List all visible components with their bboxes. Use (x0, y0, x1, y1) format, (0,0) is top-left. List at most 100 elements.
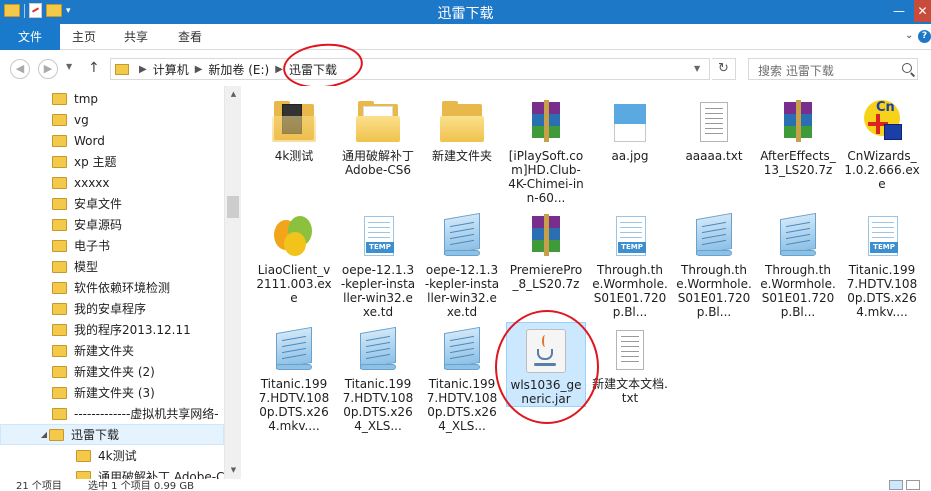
sidebar-item[interactable]: xxxxx (0, 172, 224, 193)
forward-button[interactable]: ▶ (38, 59, 58, 79)
file-label: 新建文本文档.txt (592, 377, 668, 405)
sidebar-item[interactable]: 安卓文件 (0, 193, 224, 214)
sidebar-item[interactable]: 我的程序2013.12.11 (0, 319, 224, 340)
file-label: PremierePro_8_LS20.7z (509, 263, 583, 291)
file-item[interactable]: 通用破解补丁 Adobe-CS6 (338, 94, 418, 177)
file-item[interactable]: PremierePro_8_LS20.7z (506, 208, 586, 291)
sidebar-item-label: 4k测试 (98, 449, 137, 463)
folder-icon (52, 176, 67, 189)
large-icons-view-icon[interactable] (906, 480, 920, 490)
folder-icon (52, 260, 67, 273)
up-arrow-icon[interactable]: ↑ (88, 60, 100, 76)
sidebar-item[interactable]: 电子书 (0, 235, 224, 256)
tab-view[interactable]: 查看 (166, 24, 214, 50)
breadcrumb-separator-icon[interactable]: ▶ (139, 64, 147, 75)
back-button[interactable]: ◀ (10, 59, 30, 79)
sidebar-item-label: 模型 (74, 260, 99, 274)
sidebar-item[interactable]: 模型 (0, 256, 224, 277)
sidebar-item[interactable]: ◢ 迅雷下载 (0, 424, 224, 445)
file-item[interactable]: TEMP Through.the.Wormhole.S01E01.720p.Bl.… (590, 208, 670, 319)
scroll-file-icon (438, 326, 486, 374)
file-item[interactable]: Titanic.1997.HDTV.1080p.DTS.x264_XLS... (422, 322, 502, 433)
chevron-down-icon[interactable]: ⌄ (905, 30, 913, 41)
close-button[interactable]: ✕ (914, 0, 931, 22)
sidebar-item[interactable]: 通用破解补丁 Adobe-CS6 (0, 466, 224, 479)
sidebar-item[interactable]: xp 主题 (0, 151, 224, 172)
sidebar-item[interactable]: 我的安卓程序 (0, 298, 224, 319)
sidebar-item-label: 新建文件夹 (2) (74, 365, 155, 379)
tab-home[interactable]: 主页 (60, 24, 108, 50)
folder-icon (52, 407, 67, 420)
sidebar-item[interactable]: tmp (0, 88, 224, 109)
file-view: 4k测试 通用破解补丁 Adobe-CS6 新建文件夹 [iPlaySoft.com]… (241, 86, 931, 479)
address-bar[interactable]: ▶ 计算机 ▶ 新加卷 (E:) ▶ 迅雷下载 (110, 58, 710, 80)
sidebar-item-label: 通用破解补丁 Adobe-CS6 (98, 470, 224, 479)
folder-icon (52, 281, 67, 294)
folder-icon (354, 98, 402, 146)
file-label: [iPlaySoft.com]HD.Club-4K-Chimei-inn-60.… (508, 149, 584, 205)
refresh-button[interactable]: ↻ (712, 58, 736, 80)
scrollbar-thumb[interactable] (227, 196, 239, 218)
sidebar-item[interactable]: 4k测试 (0, 445, 224, 466)
folder-icon (115, 63, 129, 75)
sidebar-item[interactable]: -------------虚拟机共享网络- (0, 403, 224, 424)
file-item[interactable]: [iPlaySoft.com]HD.Club-4K-Chimei-inn-60.… (506, 94, 586, 205)
sidebar-item[interactable]: 安卓源码 (0, 214, 224, 235)
folder-icon (52, 323, 67, 336)
sidebar-scrollbar[interactable]: ▲ ▼ (224, 86, 241, 479)
scroll-file-icon (774, 212, 822, 260)
file-item[interactable]: wls1036_generic.jar (506, 322, 586, 407)
scroll-up-icon[interactable]: ▲ (225, 86, 241, 103)
expanded-arrow-icon[interactable]: ◢ (39, 430, 49, 439)
folder-icon (52, 218, 67, 231)
sidebar-item[interactable]: Word (0, 130, 224, 151)
title-bar: ▾ 迅雷下载 — ✕ (0, 0, 931, 24)
file-label: 通用破解补丁 Adobe-CS6 (341, 149, 414, 177)
sidebar-item-label: tmp (74, 91, 99, 106)
tab-share[interactable]: 共享 (112, 24, 160, 50)
chevron-down-icon[interactable]: ▼ (694, 64, 700, 73)
file-label: Titanic.1997.HDTV.1080p.DTS.x264.mkv.... (258, 377, 330, 433)
file-item[interactable]: 新建文本文档.txt (590, 322, 670, 405)
status-bar: 21 个项目 选中 1 个项目 0.99 GB (0, 479, 931, 491)
sidebar-item[interactable]: 新建文件夹 (2) (0, 361, 224, 382)
file-item[interactable]: TEMP Titanic.1997.HDTV.1080p.DTS.x264.mkv… (842, 208, 922, 319)
ribbon-tabs: 文件 主页 共享 查看 ⌄ ? (0, 24, 931, 50)
sidebar-item-label: -------------虚拟机共享网络- (74, 407, 219, 421)
sidebar-item[interactable]: vg (0, 109, 224, 130)
file-item[interactable]: oepe-12.1.3-kepler-installer-win32.exe.t… (422, 208, 502, 319)
breadcrumb-drive[interactable]: 新加卷 (E:) (208, 61, 269, 78)
file-item[interactable]: Through.the.Wormhole.S01E01.720p.Bl... (758, 208, 838, 319)
help-icon[interactable]: ? (918, 30, 931, 43)
file-item[interactable]: Titanic.1997.HDTV.1080p.DTS.x264.mkv.... (254, 322, 334, 433)
minimize-button[interactable]: — (884, 0, 914, 22)
file-item[interactable]: Through.the.Wormhole.S01E01.720p.Bl... (674, 208, 754, 319)
file-item[interactable]: aa.jpg (590, 94, 670, 163)
breadcrumb-separator-icon[interactable]: ▶ (195, 64, 203, 75)
file-item[interactable]: aaaaa.txt (674, 94, 754, 163)
file-item[interactable]: Cn CnWizards_1.0.2.666.exe (842, 94, 922, 191)
folder-icon (52, 344, 67, 357)
sidebar-item[interactable]: 新建文件夹 (3) (0, 382, 224, 403)
file-item[interactable]: 新建文件夹 (422, 94, 502, 163)
details-view-icon[interactable] (889, 480, 903, 490)
breadcrumb-computer[interactable]: 计算机 (153, 61, 189, 78)
sidebar-item-label: vg (74, 112, 89, 127)
file-item[interactable]: 4k测试 (254, 94, 334, 163)
breadcrumb-current[interactable]: 迅雷下载 (289, 61, 337, 78)
file-item[interactable]: LiaoClient_v2111.003.exe (254, 208, 334, 305)
file-item[interactable]: Titanic.1997.HDTV.1080p.DTS.x264_XLS... (338, 322, 418, 433)
item-count: 21 个项目 (16, 481, 62, 491)
file-item[interactable]: TEMP oepe-12.1.3-kepler-installer-win32.e… (338, 208, 418, 319)
file-label: aaaaa.txt (685, 149, 743, 163)
sidebar-item[interactable]: 软件依赖环境检测 (0, 277, 224, 298)
search-input[interactable]: 搜索 迅雷下载 (748, 58, 918, 80)
navigation-bar: ◀ ▶ ▼ ↑ ▶ 计算机 ▶ 新加卷 (E:) ▶ 迅雷下载 ▼ ↻ 搜索 迅… (0, 50, 931, 86)
scroll-down-icon[interactable]: ▼ (225, 462, 241, 479)
sidebar-item[interactable]: 新建文件夹 (0, 340, 224, 361)
breadcrumb-separator-icon[interactable]: ▶ (275, 64, 283, 75)
recent-locations-icon[interactable]: ▼ (66, 62, 72, 71)
file-item[interactable]: AfterEffects_13_LS20.7z (758, 94, 838, 177)
file-label: LiaoClient_v2111.003.exe (256, 263, 332, 305)
tab-file[interactable]: 文件 (0, 24, 60, 50)
